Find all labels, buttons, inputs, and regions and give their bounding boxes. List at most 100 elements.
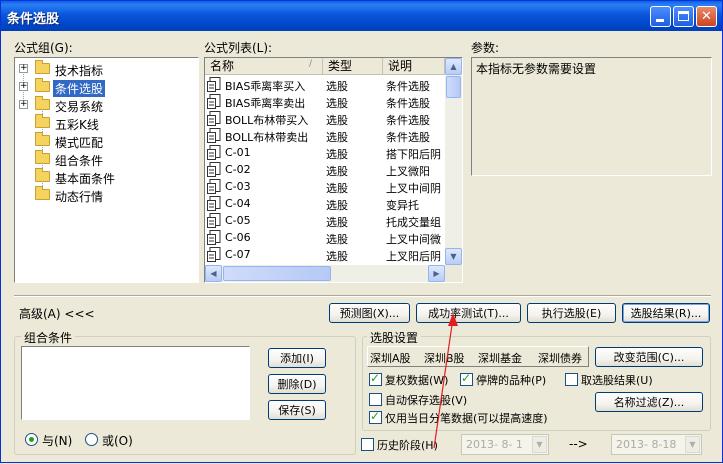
formula-icon (207, 213, 221, 228)
table-row[interactable]: C-03 选股 上叉中间阴 (205, 178, 441, 195)
formula-type: 选股 (326, 114, 348, 127)
combo-conditions-list[interactable] (21, 346, 250, 420)
tree-item-label: 基本面条件 (55, 172, 116, 186)
advanced-toggle[interactable]: 高级(A) <<< (19, 305, 95, 322)
scroll-right-icon[interactable]: ▶ (428, 265, 445, 282)
tree-item-label: 五彩K线 (55, 118, 99, 132)
auto-save-checkbox[interactable] (369, 393, 382, 406)
add-button[interactable]: 添加(I) (268, 348, 326, 368)
suspended-checkbox[interactable] (460, 371, 473, 386)
vertical-scroll-thumb[interactable] (446, 76, 461, 98)
formula-name: C-03 (225, 180, 251, 193)
formula-desc: 条件选股 (386, 114, 430, 127)
tree-item[interactable]: 基本面条件 (15, 168, 185, 186)
success-test-button[interactable]: 成功率测试(T)... (416, 303, 521, 323)
restore-rights-checkbox[interactable] (369, 371, 382, 386)
sort-indicator-icon: ∕ (309, 59, 313, 69)
tree-item[interactable]: 模式匹配 (15, 132, 185, 150)
formula-type: 选股 (326, 165, 348, 178)
scroll-left-icon[interactable]: ◀ (205, 265, 222, 282)
or-radio[interactable] (85, 433, 98, 446)
predict-button[interactable]: 预测图(X)... (329, 303, 410, 323)
minimize-button[interactable] (650, 6, 671, 27)
params-label: 参数: (471, 41, 500, 55)
formula-icon (207, 111, 221, 126)
history-checkbox[interactable] (361, 438, 374, 451)
last-day-only-checkbox[interactable] (369, 409, 382, 424)
list-vertical-scrollbar[interactable]: ▲ ▼ (445, 58, 462, 265)
table-row[interactable]: BIAS乖离率卖出 选股 条件选股 (205, 93, 441, 110)
chevron-down-icon[interactable]: ▼ (685, 436, 700, 453)
execute-button[interactable]: 执行选股(E) (527, 303, 616, 323)
tree-item[interactable]: + 条件选股 (15, 78, 185, 97)
table-row[interactable]: BOLL布林带买入 选股 条件选股 (205, 110, 441, 127)
suspended-label: 停牌的品种(P) (476, 374, 547, 387)
table-row[interactable]: C-02 选股 上叉微阳 (205, 161, 441, 178)
expand-icon[interactable]: + (19, 64, 28, 73)
table-row[interactable]: C-01 选股 搭下阳后阴 (205, 144, 441, 161)
column-header-type[interactable]: 类型 (323, 58, 383, 75)
end-date-picker[interactable]: 2013- 8-18 ▼ (611, 434, 702, 455)
formula-name: BIAS乖离率买入 (225, 80, 306, 93)
formula-name: C-01 (225, 146, 251, 159)
list-horizontal-scrollbar[interactable]: ◀ ▶ (205, 265, 445, 282)
tree-item-label: 交易系统 (55, 100, 104, 114)
formula-desc: 上叉微阳 (386, 165, 430, 178)
date-separator: --> (569, 437, 588, 451)
formula-group-label: 公式组(G): (14, 41, 73, 55)
tree-item[interactable]: 五彩K线 (15, 114, 185, 132)
folder-icon (35, 150, 50, 164)
scroll-down-icon[interactable]: ▼ (445, 248, 462, 265)
formula-name: C-06 (225, 231, 251, 244)
take-results-checkbox[interactable] (565, 373, 578, 386)
expand-icon[interactable]: + (19, 82, 28, 91)
table-row[interactable]: C-07 选股 上叉阳后阴 (205, 246, 441, 263)
formula-name: C-04 (225, 197, 251, 210)
table-row[interactable]: BOLL布林带卖出 选股 条件选股 (205, 127, 441, 144)
formula-icon (207, 196, 221, 211)
tree-item[interactable]: 动态行情 (15, 186, 185, 204)
name-filter-button[interactable]: 名称过滤(Z)... (595, 392, 703, 412)
start-date-picker[interactable]: 2013- 8- 1 ▼ (461, 434, 549, 455)
results-button[interactable]: 选股结果(R)... (622, 303, 710, 323)
save-button[interactable]: 保存(S) (268, 400, 326, 420)
formula-name: C-02 (225, 163, 251, 176)
table-row[interactable]: BIAS乖离率买入 选股 条件选股 (205, 76, 441, 93)
tree-item[interactable]: + 交易系统 (15, 96, 185, 114)
change-range-button[interactable]: 改变范围(C)... (595, 347, 703, 367)
delete-button[interactable]: 删除(D) (268, 374, 326, 394)
minimize-icon (656, 19, 664, 22)
maximize-button[interactable] (673, 6, 694, 27)
params-area: 本指标无参数需要设置 (471, 57, 712, 176)
expand-icon[interactable]: + (19, 100, 28, 109)
title-bar[interactable]: 条件选股 ✕ (1, 1, 722, 31)
column-header-desc[interactable]: 说明 (383, 58, 445, 75)
formula-group-tree[interactable]: + 技术指标 + 条件选股 + 交易系统 五彩K线 模式匹配 组合条件 基本面条件 动态行情 (14, 57, 199, 283)
scroll-up-icon[interactable]: ▲ (445, 58, 462, 75)
tree-item[interactable]: + 技术指标 (15, 60, 185, 78)
formula-icon (207, 179, 221, 194)
formula-list-view[interactable]: 名称 类型 说明 ∕ BIAS乖离率买入 选股 条件选股 BIAS乖离率卖出 选股 条件选… (204, 57, 463, 283)
formula-list-label: 公式列表(L): (204, 41, 273, 55)
horizontal-scroll-thumb[interactable] (223, 266, 331, 281)
params-text: 本指标无参数需要设置 (476, 62, 597, 76)
table-row[interactable]: C-04 选股 变异托 (205, 195, 441, 212)
chevron-down-icon[interactable]: ▼ (532, 436, 547, 453)
close-button[interactable]: ✕ (696, 6, 717, 27)
folder-icon (35, 60, 50, 74)
folder-icon (35, 96, 50, 110)
market-sz-b: 深圳B股 (424, 352, 465, 365)
table-row[interactable]: C-05 选股 托成交量组 (205, 212, 441, 229)
and-radio[interactable] (25, 433, 38, 446)
auto-save-label: 自动保存选股(V) (385, 394, 468, 407)
tree-item-label: 模式匹配 (55, 136, 104, 150)
formula-type: 选股 (326, 131, 348, 144)
scroll-corner (445, 265, 462, 282)
formula-desc: 条件选股 (386, 80, 430, 93)
tree-item[interactable]: 组合条件 (15, 150, 185, 168)
table-row[interactable]: C-06 选股 上叉中间微 (205, 229, 441, 246)
formula-name: C-05 (225, 214, 251, 227)
column-header-name[interactable]: 名称 (205, 58, 323, 75)
formula-desc: 托成交量组 (386, 216, 441, 229)
folder-icon (35, 132, 50, 146)
